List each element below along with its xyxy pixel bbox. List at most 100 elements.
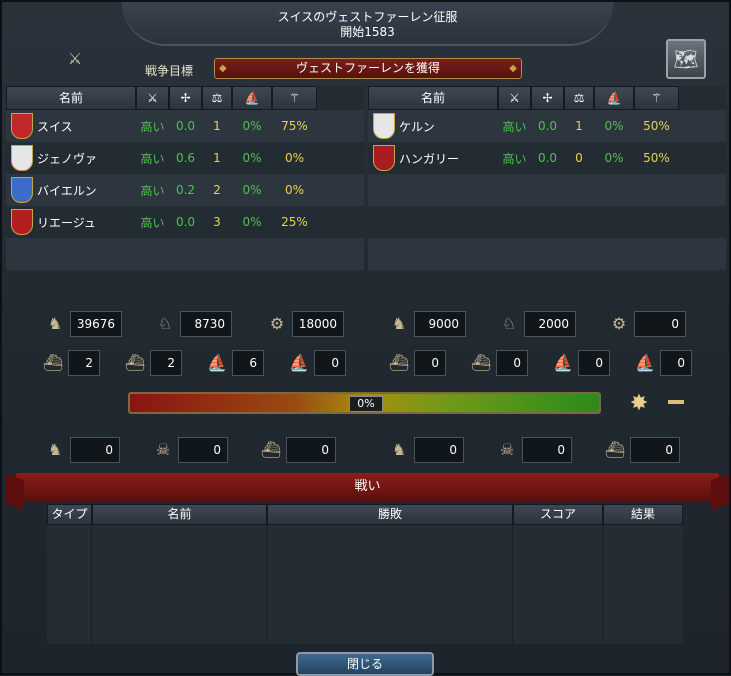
name-column-header[interactable]: 名前	[92, 504, 267, 525]
country-name: ジェノヴァ	[37, 151, 98, 166]
defender-transports: 0	[660, 350, 692, 376]
attacker-heavy-ships: 2	[68, 350, 100, 376]
outcome-column-header[interactable]: 結果	[603, 504, 683, 525]
transport-icon: ⛵	[289, 353, 309, 372]
war-exhaustion-header-icon: ✢	[531, 86, 564, 110]
type-column-header[interactable]: タイプ	[47, 504, 92, 525]
empty-row	[368, 174, 726, 206]
participant-row[interactable]: リエージュ 高い 0.0 3 0% 25%	[6, 206, 364, 238]
participant-name-cell: スイス	[6, 113, 136, 139]
participant-row[interactable]: ケルン 高い 0.0 1 0% 50%	[368, 110, 726, 142]
light-ship-icon: ⛴	[124, 353, 146, 372]
stat-col3: 1	[213, 151, 221, 165]
stat-col5: 50%	[643, 151, 670, 165]
attacker-naval-units: ⛴ 2 ⛴ 2 ⛵ 6 ⛵ 0	[38, 348, 346, 378]
attacker-losses: ♞ 0 ☠ 0 ⛴ 0	[40, 435, 336, 465]
attacker-transports: 0	[314, 350, 346, 376]
stat-col5: 0%	[284, 183, 305, 197]
battles-banner: 戦い	[16, 473, 719, 501]
war-goal-label: 戦争目標	[145, 64, 194, 78]
war-window: スイスのヴェストファーレン征服 開始1583 ⚔ 戦争目標 ヴェストファーレンを…	[0, 0, 731, 676]
stat-col1: 高い	[140, 183, 165, 198]
defender-land-units: ♞ 9000 ♘ 2000 ⚙ 0	[384, 309, 686, 339]
infantry-icon: ♞	[47, 314, 63, 333]
peace-offer-icon[interactable]: ✸	[625, 390, 653, 418]
name-column-header: 名前	[368, 86, 498, 110]
participant-name-cell: ジェノヴァ	[6, 145, 136, 171]
stat-col1: 高い	[140, 151, 165, 166]
country-name: ケルン	[399, 119, 435, 134]
balance-header-icon: ⚖	[202, 86, 232, 110]
war-exhaustion-header-icon: ✢	[169, 86, 202, 110]
stat-col5: 25%	[281, 215, 308, 229]
war-score-value: 0%	[349, 396, 383, 412]
defender-artillery-count: 0	[634, 311, 686, 337]
close-button[interactable]: 閉じる	[296, 652, 434, 676]
stat-col3: 0	[575, 151, 583, 165]
infantry-icon: ♞	[391, 314, 407, 333]
country-flag-icon[interactable]	[11, 209, 33, 235]
country-flag-icon[interactable]	[11, 113, 33, 139]
stat-col1: 高い	[140, 119, 165, 134]
battles-table-header: タイプ 名前 勝敗 スコア 結果	[47, 504, 683, 525]
country-flag-icon[interactable]	[11, 177, 33, 203]
navy-header-icon: ⛵	[594, 86, 634, 110]
defender-losses: ♞ 0 ☠ 0 ⛴ 0	[384, 435, 680, 465]
country-flag-icon[interactable]	[11, 145, 33, 171]
light-ship-icon: ⛴	[470, 353, 492, 372]
heavy-ship-icon: ⛴	[388, 353, 410, 372]
stat-col1: 高い	[140, 215, 165, 230]
participant-name-cell: リエージュ	[6, 209, 136, 235]
stat-col4: 0%	[242, 151, 262, 165]
country-name: スイス	[37, 119, 73, 134]
window-header: スイスのヴェストファーレン征服 開始1583	[122, 2, 613, 46]
defender-galleys: 0	[578, 350, 610, 376]
war-title: スイスのヴェストファーレン征服	[277, 10, 458, 24]
artillery-icon: ⚙	[269, 314, 285, 333]
participant-row[interactable]: ジェノヴァ 高い 0.6 1 0% 0%	[6, 142, 364, 174]
country-flag-icon[interactable]	[373, 145, 395, 171]
participant-name-cell: ケルン	[368, 113, 498, 139]
transport-icon: ⛵	[635, 353, 655, 372]
land-losses-icon: ♞	[47, 440, 63, 459]
attackers-table-header: 名前 ⚔ ✢ ⚖ ⛵ ⚚	[6, 86, 364, 110]
ship-losses-icon: ⛴	[604, 440, 626, 459]
empty-row	[6, 238, 364, 270]
participant-row[interactable]: バイエルン 高い 0.2 2 0% 0%	[6, 174, 364, 206]
stat-col4: 0%	[604, 151, 624, 165]
participant-name-cell: バイエルン	[6, 177, 136, 203]
stat-col2: 0.6	[175, 151, 196, 165]
cavalry-icon: ♘	[501, 314, 517, 333]
attacker-artillery-count: 18000	[292, 311, 344, 337]
attacker-light-ships: 2	[150, 350, 182, 376]
score-column-header[interactable]: スコア	[513, 504, 603, 525]
stat-col2: 0.2	[175, 183, 196, 197]
defender-infantry-count: 9000	[414, 311, 466, 337]
stat-col4: 0%	[242, 183, 262, 197]
defender-light-ships: 0	[496, 350, 528, 376]
stat-col4: 0%	[242, 215, 262, 229]
participant-row[interactable]: スイス 高い 0.0 1 0% 75%	[6, 110, 364, 142]
map-button[interactable]: 🗺	[666, 39, 706, 79]
ship-losses-icon: ⛴	[260, 440, 282, 459]
country-name: ハンガリー	[399, 151, 460, 166]
minus-icon[interactable]	[668, 400, 684, 404]
galley-icon: ⛵	[207, 353, 227, 372]
cavalry-icon: ♘	[157, 314, 173, 333]
country-flag-icon[interactable]	[373, 113, 395, 139]
empty-row	[368, 238, 726, 270]
result-column-header[interactable]: 勝敗	[267, 504, 513, 525]
stat-col2: 0.0	[537, 119, 558, 133]
attrition-icon: ☠	[499, 440, 515, 459]
attacker-cavalry-count: 8730	[180, 311, 232, 337]
participant-row[interactable]: ハンガリー 高い 0.0 0 0% 50%	[368, 142, 726, 174]
battle-score-header-icon: ⚔	[498, 86, 531, 110]
stat-col2: 0.0	[175, 215, 196, 229]
attacker-ship-losses: 0	[286, 437, 336, 463]
artillery-icon: ⚙	[611, 314, 627, 333]
crossed-swords-icon[interactable]: ⚔	[65, 49, 85, 69]
attacker-infantry-count: 39676	[70, 311, 122, 337]
heavy-ship-icon: ⛴	[42, 353, 64, 372]
participant-name-cell: ハンガリー	[368, 145, 498, 171]
defenders-table-header: 名前 ⚔ ✢ ⚖ ⛵ ⚚	[368, 86, 726, 110]
